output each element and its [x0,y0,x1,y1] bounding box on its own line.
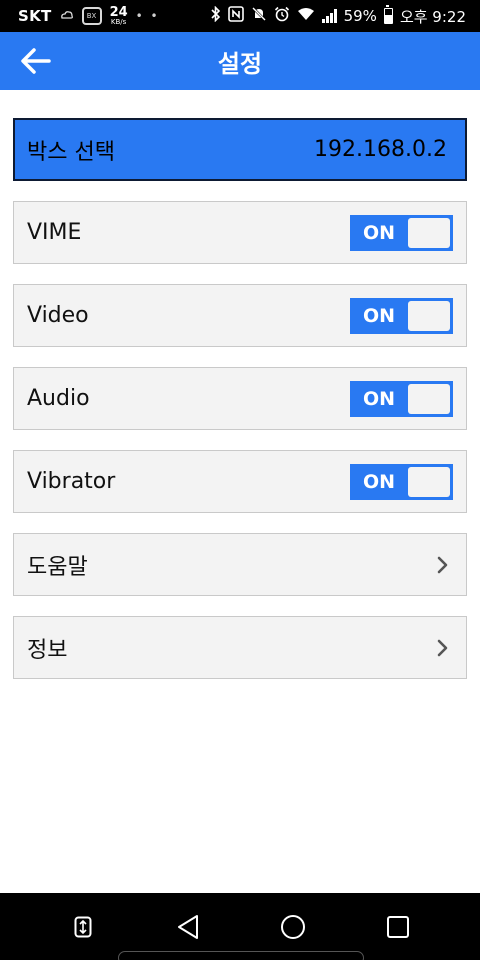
setting-row-vime: VIME ON [13,201,467,264]
battery-icon [383,5,393,24]
setting-row-audio: Audio ON [13,367,467,430]
setting-label: Vibrator [27,469,116,494]
battery-level-fill [384,14,392,23]
home-circle-icon [280,914,305,939]
screen-pin-button[interactable] [63,907,103,947]
vibrator-toggle[interactable]: ON [350,463,453,500]
toggle-state: ON [362,470,396,493]
alarm-icon [274,6,290,26]
recent-apps-icon [386,915,409,938]
clock: 오후 9:22 [399,7,466,26]
more-notifications-icon: • • [135,9,160,23]
chevron-right-icon [433,554,453,576]
toggle-thumb [408,300,450,331]
status-right-group: 59% 오후 9:22 [211,5,466,27]
carrier-label: SKT [18,7,52,25]
cloud-sync-icon [60,9,74,23]
toggle-thumb [408,466,450,497]
setting-label: Video [27,303,89,328]
help-label: 도움말 [27,554,88,580]
system-nav-bar [0,893,480,960]
recent-apps-button[interactable] [378,907,418,947]
video-toggle[interactable]: ON [350,297,453,334]
toggle-thumb [408,383,450,414]
app-notification-icon: BX [81,7,102,25]
network-speed: 24 KB/s [110,6,128,26]
nfc-icon [227,6,244,26]
back-triangle-icon [177,914,198,939]
mute-icon [251,6,267,26]
toggle-thumb [408,217,450,248]
network-speed-unit: KB/s [110,18,127,26]
help-row[interactable]: 도움말 [13,533,467,596]
signal-strength-icon [321,9,337,23]
setting-label: VIME [27,220,82,245]
setting-row-video: Video ON [13,284,467,347]
home-button[interactable] [273,907,313,947]
screen-pin-icon [74,916,91,937]
app-bar: 설정 [0,32,480,90]
battery-percent: 59% [343,7,377,25]
info-label: 정보 [27,637,68,663]
chevron-right-icon [433,637,453,659]
bluetooth-icon [211,5,221,26]
box-select-row[interactable]: 박스 선택 192.168.0.2 [13,118,467,181]
toggle-state: ON [362,387,396,410]
settings-list: 박스 선택 192.168.0.2 VIME ON Video ON Audio… [13,118,467,699]
back-button[interactable] [18,44,54,78]
status-left-group: SKT BX 24 KB/s • • [18,6,160,26]
wifi-icon [297,7,315,25]
box-ip-address: 192.168.0.2 [314,137,447,162]
toggle-state: ON [362,221,396,244]
setting-row-vibrator: Vibrator ON [13,450,467,513]
box-select-label: 박스 선택 [27,139,115,165]
setting-label: Audio [27,386,90,411]
page-title: 설정 [217,49,263,78]
audio-toggle[interactable]: ON [350,380,453,417]
toggle-state: ON [362,304,396,327]
gesture-pill [118,951,364,960]
back-arrow-icon [21,48,51,74]
vime-toggle[interactable]: ON [350,214,453,251]
back-nav-button[interactable] [168,907,208,947]
status-bar: SKT BX 24 KB/s • • 59% 오후 9:22 [0,0,480,32]
info-row[interactable]: 정보 [13,616,467,679]
